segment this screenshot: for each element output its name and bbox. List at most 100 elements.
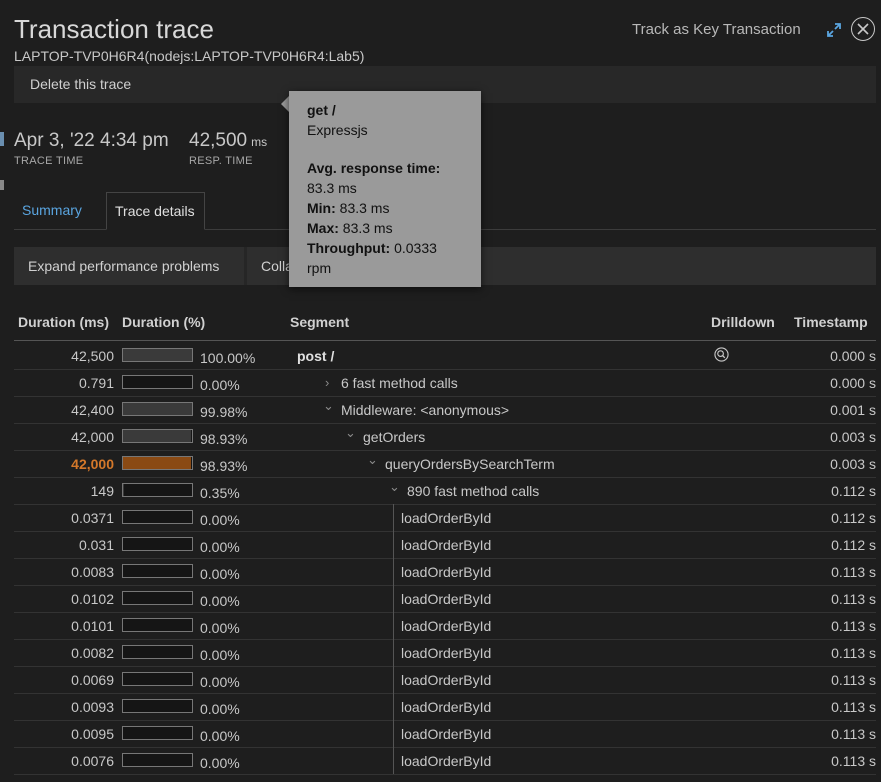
duration-pct-cell: 99.98% [200, 404, 248, 420]
column-header-duration-pct[interactable]: Duration (%) [122, 314, 205, 330]
duration-ms-cell: 42,500 [71, 348, 114, 364]
chevron-down-icon[interactable]: ⌄ [389, 479, 400, 495]
close-button[interactable] [851, 17, 875, 41]
table-row[interactable]: 0.0093 0.00% loadOrderById 0.113 s [14, 693, 876, 721]
duration-pct-cell: 0.00% [200, 674, 240, 690]
duration-pct-cell: 0.00% [200, 620, 240, 636]
segment-name[interactable]: loadOrderById [401, 618, 491, 634]
segment-name[interactable]: loadOrderById [401, 564, 491, 580]
duration-bar [122, 726, 193, 740]
duration-ms-cell: 42,000 [71, 456, 114, 472]
duration-bar [122, 456, 193, 470]
duration-bar [122, 537, 193, 551]
duration-pct-cell: 0.00% [200, 701, 240, 717]
tree-connector [393, 666, 394, 693]
segment-tooltip: get / Expressjs Avg. response time: 83.3… [289, 91, 481, 287]
chevron-right-icon[interactable]: › [325, 375, 329, 390]
column-header-timestamp[interactable]: Timestamp [794, 314, 868, 330]
duration-ms-cell: 149 [90, 483, 114, 499]
table-row[interactable]: 0.031 0.00% loadOrderById 0.112 s [14, 531, 876, 559]
page-title: Transaction trace [14, 14, 214, 44]
duration-pct-cell: 0.00% [200, 566, 240, 582]
table-row[interactable]: 0.0095 0.00% loadOrderById 0.113 s [14, 720, 876, 748]
duration-bar-fill [123, 457, 192, 469]
expand-icon[interactable] [826, 22, 842, 38]
tooltip-throughput-unit: rpm [307, 260, 332, 276]
segment-name[interactable]: 890 fast method calls [407, 483, 539, 499]
column-header-segment[interactable]: Segment [290, 314, 349, 330]
duration-ms-cell: 0.031 [78, 537, 114, 553]
table-row[interactable]: 0.0082 0.00% loadOrderById 0.113 s [14, 639, 876, 667]
duration-ms-cell: 0.0076 [71, 753, 114, 769]
tree-connector [393, 558, 394, 585]
duration-ms-cell: 0.791 [78, 375, 114, 391]
segment-name[interactable]: loadOrderById [401, 726, 491, 742]
tab-trace-details[interactable]: Trace details [106, 192, 205, 230]
segment-name[interactable]: loadOrderById [401, 753, 491, 769]
duration-bar [122, 591, 193, 605]
tree-connector [393, 747, 394, 774]
segment-name[interactable]: loadOrderById [401, 672, 491, 688]
drilldown-magnifier-icon[interactable] [714, 347, 729, 362]
segment-name[interactable]: loadOrderById [401, 645, 491, 661]
table-row[interactable]: 0.791 0.00% › 6 fast method calls 0.000 s [14, 369, 876, 397]
segment-name[interactable]: getOrders [363, 429, 425, 445]
duration-pct-cell: 0.00% [200, 593, 240, 609]
timestamp-cell: 0.113 s [831, 672, 876, 688]
tab-summary[interactable]: Summary [14, 192, 90, 230]
segment-name[interactable]: 6 fast method calls [341, 375, 458, 391]
segment-name[interactable]: loadOrderById [401, 699, 491, 715]
table-row[interactable]: 42,000 98.93% ⌄ queryOrdersBySearchTerm 0.00… [14, 450, 876, 478]
response-time-unit: ms [251, 135, 268, 149]
tooltip-arrow [281, 96, 289, 112]
tooltip-framework: Expressjs [307, 122, 368, 138]
tree-connector [393, 693, 394, 720]
trace-time-value: Apr 3, '22 4:34 pm [14, 130, 169, 151]
delete-trace-button[interactable]: Delete this trace [30, 76, 131, 92]
chevron-down-icon[interactable]: ⌄ [367, 452, 378, 468]
duration-bar [122, 429, 193, 443]
expand-performance-problems-button[interactable]: Expand performance problems [14, 247, 244, 285]
timestamp-cell: 0.112 s [831, 483, 876, 499]
timestamp-cell: 0.113 s [831, 726, 876, 742]
chevron-down-icon[interactable]: ⌄ [345, 425, 356, 441]
segment-name[interactable]: loadOrderById [401, 537, 491, 553]
table-row[interactable]: 0.0069 0.00% loadOrderById 0.113 s [14, 666, 876, 694]
duration-ms-cell: 0.0102 [71, 591, 114, 607]
column-header-drilldown: Drilldown [711, 314, 775, 330]
table-row[interactable]: 0.0083 0.00% loadOrderById 0.113 s [14, 558, 876, 586]
duration-pct-cell: 0.35% [200, 485, 240, 501]
tooltip-min: Min: 83.3 ms [307, 200, 390, 216]
timestamp-cell: 0.113 s [831, 645, 876, 661]
table-row[interactable]: 0.0102 0.00% loadOrderById 0.113 s [14, 585, 876, 613]
table-row[interactable]: 0.0076 0.00% loadOrderById 0.113 s [14, 747, 876, 775]
column-header-duration-ms[interactable]: Duration (ms) [18, 314, 109, 330]
tooltip-max: Max: 83.3 ms [307, 220, 393, 236]
timestamp-cell: 0.113 s [831, 591, 876, 607]
duration-ms-cell: 0.0093 [71, 699, 114, 715]
segment-name[interactable]: queryOrdersBySearchTerm [385, 456, 555, 472]
duration-bar [122, 348, 193, 362]
segment-name[interactable]: post / [297, 348, 334, 364]
duration-bar [122, 645, 193, 659]
tree-connector [393, 531, 394, 558]
duration-bar [122, 699, 193, 713]
segment-name[interactable]: Middleware: <anonymous> [341, 402, 509, 418]
track-key-transaction-link[interactable]: Track as Key Transaction [632, 21, 801, 38]
table-row[interactable]: 42,400 99.98% ⌄ Middleware: <anonymous> 0.00… [14, 396, 876, 424]
segment-name[interactable]: loadOrderById [401, 591, 491, 607]
segment-name[interactable]: loadOrderById [401, 510, 491, 526]
table-row[interactable]: 0.0371 0.00% loadOrderById 0.112 s [14, 504, 876, 532]
table-row[interactable]: 0.0101 0.00% loadOrderById 0.113 s [14, 612, 876, 640]
table-row[interactable]: 42,500 100.00% post / 0.000 s [14, 342, 876, 370]
tree-connector [393, 612, 394, 639]
timestamp-cell: 0.113 s [831, 618, 876, 634]
timestamp-cell: 0.112 s [831, 510, 876, 526]
table-row[interactable]: 42,000 98.93% ⌄ getOrders 0.003 s [14, 423, 876, 451]
duration-bar [122, 618, 193, 632]
chevron-down-icon[interactable]: ⌄ [323, 398, 334, 414]
duration-ms-cell: 42,400 [71, 402, 114, 418]
response-time-value: 42,500 ms [189, 130, 267, 152]
table-row[interactable]: 149 0.35% ⌄ 890 fast method calls 0.112 s [14, 477, 876, 505]
timestamp-cell: 0.113 s [831, 699, 876, 715]
